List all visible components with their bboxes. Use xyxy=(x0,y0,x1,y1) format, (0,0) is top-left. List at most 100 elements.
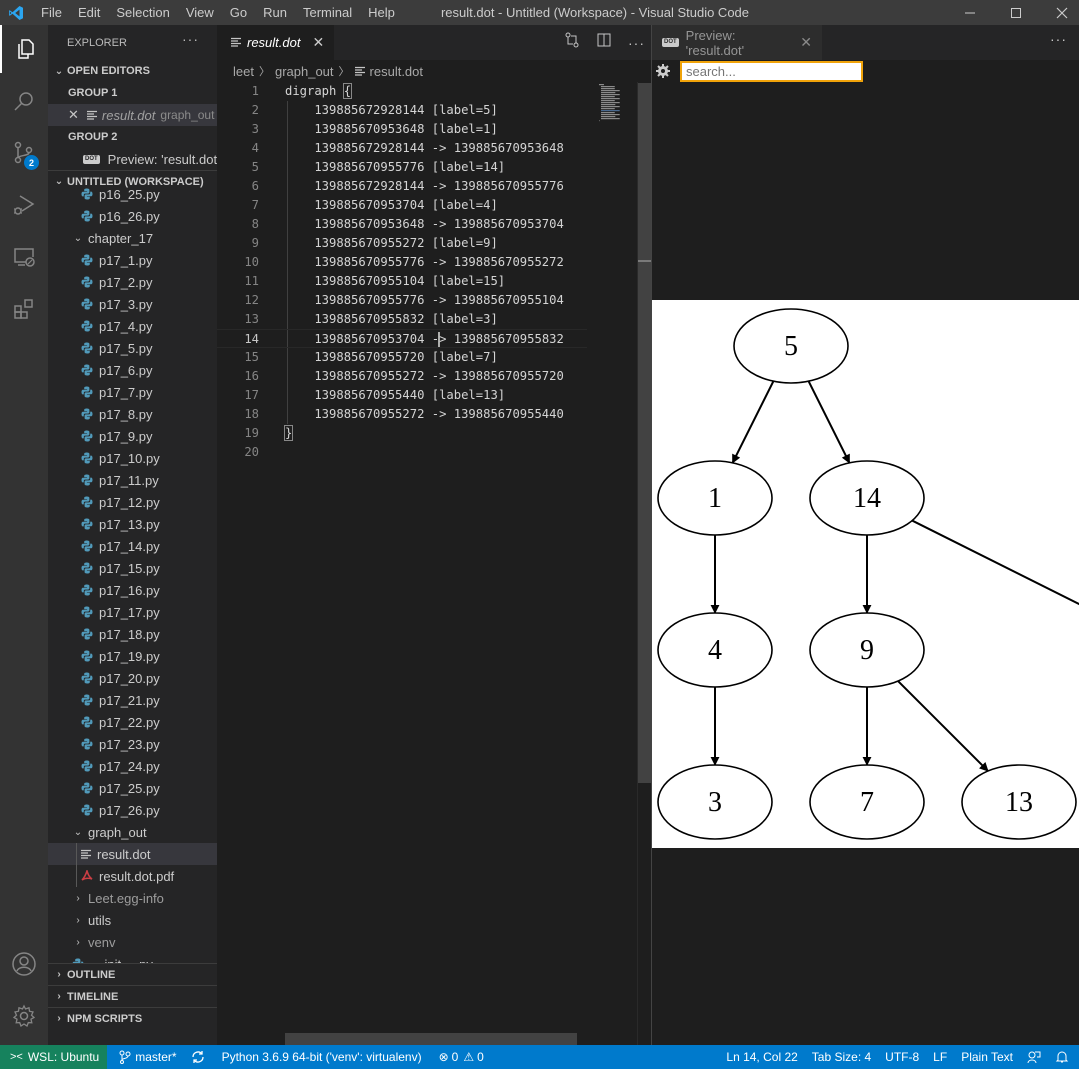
activity-run-debug[interactable] xyxy=(0,181,48,229)
cursor-position[interactable]: Ln 14, Col 22 xyxy=(719,1045,804,1069)
file-item[interactable]: p17_5.py xyxy=(48,337,217,359)
settings-gear-icon[interactable] xyxy=(656,64,670,83)
editor-more-actions[interactable]: ··· xyxy=(628,35,645,51)
graph-node-13[interactable]: 13 xyxy=(961,764,1077,840)
git-branch[interactable]: master* xyxy=(107,1045,183,1069)
file-item[interactable]: p17_24.py xyxy=(48,755,217,777)
preview-more-actions[interactable]: ··· xyxy=(1050,31,1067,47)
file-item[interactable]: p17_12.py xyxy=(48,491,217,513)
split-editor-button[interactable] xyxy=(596,32,612,53)
npm-scripts-section[interactable]: › NPM SCRIPTS xyxy=(48,1007,217,1029)
file-item[interactable]: p17_16.py xyxy=(48,579,217,601)
breadcrumb-item[interactable]: result.dot xyxy=(370,64,423,79)
tab-result-dot[interactable]: result.dot ✕ xyxy=(217,25,335,60)
outline-section[interactable]: › OUTLINE xyxy=(48,963,217,985)
activity-source-control[interactable]: 2 xyxy=(0,129,48,177)
file-item[interactable]: p17_22.py xyxy=(48,711,217,733)
menu-file[interactable]: File xyxy=(32,0,70,25)
close-editor-icon[interactable]: ✕ xyxy=(68,107,79,123)
graph-node-3[interactable]: 3 xyxy=(657,764,773,840)
graph-search-input[interactable] xyxy=(680,61,863,82)
tab-size[interactable]: Tab Size: 4 xyxy=(805,1045,878,1069)
file-item[interactable]: result.dot.pdf xyxy=(48,865,217,887)
file-item[interactable]: p16_26.py xyxy=(48,205,217,227)
file-item[interactable]: result.dot xyxy=(48,843,217,865)
close-window-button[interactable] xyxy=(1039,0,1079,25)
file-item[interactable]: p17_8.py xyxy=(48,403,217,425)
close-tab-icon[interactable]: ✕ xyxy=(800,34,812,51)
activity-manage[interactable] xyxy=(0,992,48,1040)
folder-item[interactable]: › utils xyxy=(48,909,217,931)
folder-item[interactable]: › venv xyxy=(48,931,217,953)
file-item[interactable]: p17_13.py xyxy=(48,513,217,535)
remote-indicator[interactable]: >< WSL: Ubuntu xyxy=(0,1045,108,1069)
code-editor[interactable]: 1 digraph {2 139885672928144 [label=5] 3 1… xyxy=(217,82,587,1042)
open-editor-preview[interactable]: DOT Preview: 'result.dot' xyxy=(48,148,217,170)
file-item[interactable]: p17_9.py xyxy=(48,425,217,447)
file-item[interactable]: p17_14.py xyxy=(48,535,217,557)
encoding[interactable]: UTF-8 xyxy=(878,1045,926,1069)
breadcrumb-item[interactable]: graph_out xyxy=(275,64,334,79)
activity-accounts[interactable] xyxy=(0,940,48,988)
folder-item[interactable]: ⌄ graph_out xyxy=(48,821,217,843)
graph-node-1[interactable]: 1 xyxy=(657,460,773,536)
timeline-section[interactable]: › TIMELINE xyxy=(48,985,217,1007)
file-item[interactable]: p17_10.py xyxy=(48,447,217,469)
problems-indicator[interactable]: ⊗ 0 ⚠ 0 xyxy=(429,1045,491,1069)
graph-node-7[interactable]: 7 xyxy=(809,764,925,840)
file-item[interactable]: __init__.py xyxy=(48,953,217,963)
folder-item[interactable]: ⌄ chapter_17 xyxy=(48,227,217,249)
file-item[interactable]: p17_6.py xyxy=(48,359,217,381)
graph-node-5[interactable]: 5 xyxy=(733,308,849,384)
folder-item[interactable]: › Leet.egg-info xyxy=(48,887,217,909)
menu-edit[interactable]: Edit xyxy=(70,0,108,25)
activity-explorer[interactable] xyxy=(0,25,48,73)
menu-run[interactable]: Run xyxy=(255,0,295,25)
file-item[interactable]: p16_25.py xyxy=(48,183,217,205)
end-of-line[interactable]: LF xyxy=(926,1045,954,1069)
activity-extensions[interactable] xyxy=(0,285,48,333)
activity-remote-explorer[interactable] xyxy=(0,233,48,281)
file-item[interactable]: p17_20.py xyxy=(48,667,217,689)
vertical-scrollbar-thumb[interactable] xyxy=(638,83,651,783)
close-tab-icon[interactable]: ✕ xyxy=(312,34,324,51)
breadcrumb-item[interactable]: leet xyxy=(233,64,254,79)
file-item[interactable]: p17_21.py xyxy=(48,689,217,711)
explorer-more-actions[interactable]: ··· xyxy=(182,31,199,47)
file-item[interactable]: p17_19.py xyxy=(48,645,217,667)
file-item[interactable]: p17_11.py xyxy=(48,469,217,491)
file-item[interactable]: p17_7.py xyxy=(48,381,217,403)
python-interpreter[interactable]: Python 3.6.9 64-bit ('venv': virtualenv) xyxy=(212,1045,429,1069)
minimize-button[interactable] xyxy=(947,0,993,25)
graph-node-14[interactable]: 14 xyxy=(809,460,925,536)
open-editors-section[interactable]: ⌄ OPEN EDITORS xyxy=(48,60,217,82)
file-item[interactable]: p17_18.py xyxy=(48,623,217,645)
menu-terminal[interactable]: Terminal xyxy=(295,0,360,25)
graph-node-4[interactable]: 4 xyxy=(657,612,773,688)
sync-button[interactable] xyxy=(184,1045,212,1069)
menu-help[interactable]: Help xyxy=(360,0,403,25)
minimap[interactable] xyxy=(597,82,637,122)
file-item[interactable]: p17_3.py xyxy=(48,293,217,315)
file-item[interactable]: p17_1.py xyxy=(48,249,217,271)
open-changes-button[interactable] xyxy=(564,32,580,53)
file-item[interactable]: p17_23.py xyxy=(48,733,217,755)
menu-go[interactable]: Go xyxy=(222,0,255,25)
file-item[interactable]: p17_4.py xyxy=(48,315,217,337)
file-item[interactable]: p17_26.py xyxy=(48,799,217,821)
file-item[interactable]: p17_2.py xyxy=(48,271,217,293)
file-item[interactable]: p17_17.py xyxy=(48,601,217,623)
open-editor-result-dot[interactable]: ✕ result.dot graph_out xyxy=(48,104,217,126)
graph-node-9[interactable]: 9 xyxy=(809,612,925,688)
language-mode[interactable]: Plain Text xyxy=(954,1045,1020,1069)
horizontal-scrollbar-thumb[interactable] xyxy=(285,1033,577,1045)
feedback-button[interactable] xyxy=(1020,1045,1048,1069)
notifications-button[interactable] xyxy=(1048,1045,1079,1069)
menu-view[interactable]: View xyxy=(178,0,222,25)
activity-search[interactable] xyxy=(0,77,48,125)
maximize-button[interactable] xyxy=(993,0,1039,25)
file-item[interactable]: p17_15.py xyxy=(48,557,217,579)
menu-selection[interactable]: Selection xyxy=(108,0,177,25)
file-item[interactable]: p17_25.py xyxy=(48,777,217,799)
tab-preview[interactable]: DOT Preview: 'result.dot' ✕ xyxy=(652,25,822,60)
